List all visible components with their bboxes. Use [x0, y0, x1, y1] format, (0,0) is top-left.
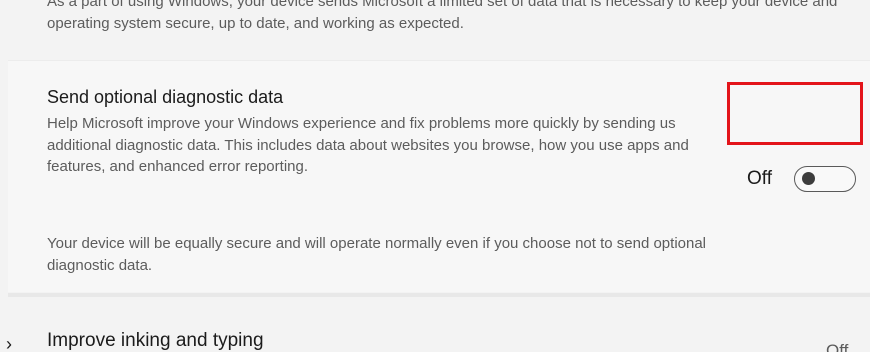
improve-inking-status: Off: [826, 341, 849, 352]
optional-diagnostic-toggle[interactable]: [794, 166, 856, 192]
optional-diagnostic-title: Send optional diagnostic data: [47, 87, 284, 107]
improve-inking-row[interactable]: › Improve inking and typing Off: [6, 297, 870, 352]
toggle-highlight-box: [727, 82, 863, 145]
settings-page: As a part of using Windows, your device …: [0, 0, 870, 352]
chevron-icon: ›: [6, 334, 12, 352]
optional-diagnostic-note: Your device will be equally secure and w…: [47, 235, 707, 274]
toggle-state-label: Off: [747, 168, 772, 189]
toggle-knob: [802, 172, 815, 185]
optional-diagnostic-description: Help Microsoft improve your Windows expe…: [47, 115, 689, 175]
improve-inking-title: Improve inking and typing: [47, 330, 264, 351]
intro-text: As a part of using Windows, your device …: [47, 0, 838, 32]
